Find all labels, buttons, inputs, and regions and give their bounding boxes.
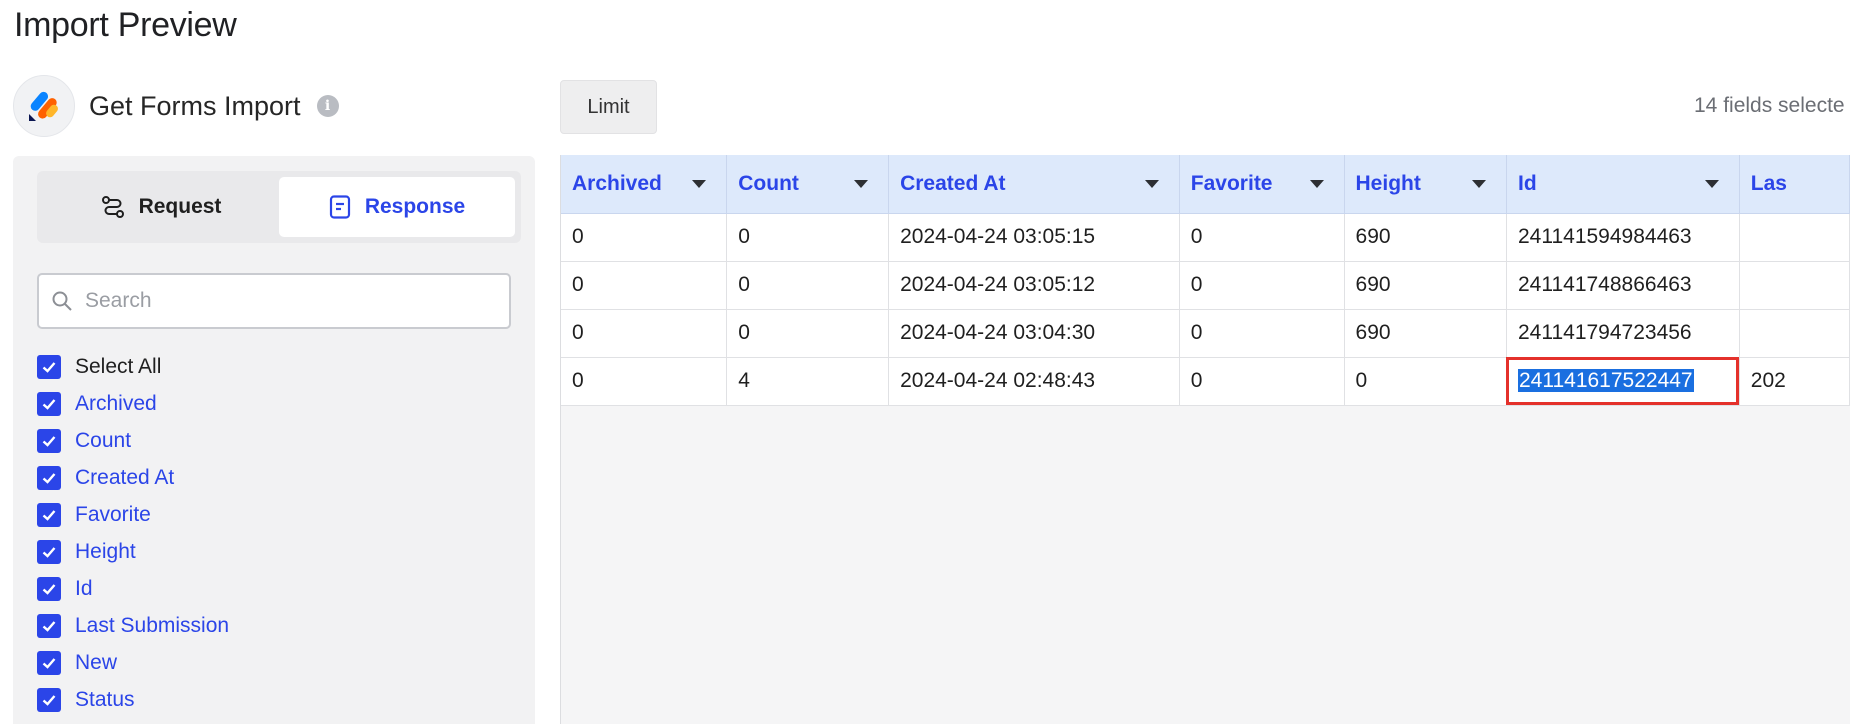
field-item-favorite[interactable]: Favorite xyxy=(37,496,229,533)
table-cell[interactable]: 690 xyxy=(1344,213,1507,262)
checkbox-checked-icon[interactable] xyxy=(37,687,61,712)
field-label: Favorite xyxy=(75,502,151,526)
column-header[interactable]: Height xyxy=(1344,155,1507,214)
table-cell[interactable]: 0 xyxy=(1179,213,1345,262)
table-row: 0 4 2024-04-24 02:48:43 0 0 241141617522… xyxy=(561,357,1850,406)
table-cell[interactable]: 2024-04-24 03:04:30 xyxy=(888,309,1180,358)
table-cell[interactable]: 0 xyxy=(561,309,728,358)
table-cell[interactable]: 2024-04-24 03:05:15 xyxy=(888,213,1180,262)
tab-request-label: Request xyxy=(138,195,222,218)
search-icon xyxy=(52,291,72,311)
limit-button[interactable]: Limit xyxy=(560,80,657,134)
fields-selected-count: 14 fields selecte xyxy=(1694,94,1845,117)
search-input[interactable] xyxy=(85,289,485,313)
field-list: Select All Archived Count Created At Fav… xyxy=(37,348,229,718)
column-header[interactable]: Archived xyxy=(561,155,728,214)
app-logo xyxy=(13,75,75,137)
table-cell[interactable] xyxy=(1739,261,1850,310)
sort-caret-icon[interactable] xyxy=(1704,180,1719,188)
app-header: Get Forms Import i xyxy=(13,75,339,137)
preview-grid: Archived Count Created At Favorite Heigh… xyxy=(560,155,1850,724)
field-item-last-submission[interactable]: Last Submission xyxy=(37,607,229,644)
table-cell[interactable]: 0 xyxy=(726,213,890,262)
tab-response-label: Response xyxy=(364,195,466,218)
table-cell[interactable]: 4 xyxy=(726,357,890,406)
table-header-row: Archived Count Created At Favorite Heigh… xyxy=(561,155,1850,214)
tab-response[interactable]: Response xyxy=(279,177,515,237)
checkbox-checked-icon[interactable] xyxy=(37,428,61,453)
table-row: 0 0 2024-04-24 03:05:12 0 690 2411417488… xyxy=(561,261,1850,310)
checkbox-checked-icon[interactable] xyxy=(37,354,61,379)
sort-caret-icon[interactable] xyxy=(1471,180,1486,188)
sort-caret-icon[interactable] xyxy=(1144,180,1159,188)
column-header[interactable]: Favorite xyxy=(1179,155,1345,214)
table-cell[interactable]: 241141794723456 xyxy=(1506,309,1740,358)
field-item-status[interactable]: Status xyxy=(37,681,229,718)
field-label: Status xyxy=(75,687,135,711)
table-cell[interactable]: 0 xyxy=(561,357,728,406)
table-cell[interactable]: 2024-04-24 03:05:12 xyxy=(888,261,1180,310)
search-box xyxy=(37,273,511,329)
field-label: Id xyxy=(75,576,93,600)
table-cell[interactable]: 0 xyxy=(561,213,728,262)
field-item-archived[interactable]: Archived xyxy=(37,385,229,422)
page-title: Import Preview xyxy=(14,6,237,44)
field-item-new[interactable]: New xyxy=(37,644,229,681)
field-label: Last Submission xyxy=(75,613,230,637)
field-item-height[interactable]: Height xyxy=(37,533,229,570)
table-row: 0 0 2024-04-24 03:05:15 0 690 2411415949… xyxy=(561,213,1850,262)
table-cell[interactable] xyxy=(1739,213,1850,262)
select-all-checkbox[interactable]: Select All xyxy=(37,348,229,385)
field-label: New xyxy=(75,650,118,674)
column-header[interactable]: Id xyxy=(1506,155,1740,214)
checkbox-checked-icon[interactable] xyxy=(37,465,61,490)
request-flow-icon xyxy=(101,196,124,218)
table-cell[interactable]: 2024-04-24 02:48:43 xyxy=(888,357,1180,406)
field-label: Count xyxy=(75,428,132,452)
table-cell[interactable] xyxy=(1739,309,1850,358)
table-cell[interactable]: 0 xyxy=(1344,357,1507,406)
field-label: Height xyxy=(75,539,136,563)
table-cell[interactable]: 241141748866463 xyxy=(1506,261,1740,310)
selected-text[interactable]: 241141617522447 xyxy=(1517,369,1694,392)
field-item-created-at[interactable]: Created At xyxy=(37,459,229,496)
table-cell[interactable]: 0 xyxy=(1179,261,1345,310)
table-cell[interactable]: 0 xyxy=(1179,309,1345,358)
request-response-tabs: Request Response xyxy=(37,171,521,243)
table-cell[interactable]: 0 xyxy=(726,309,890,358)
table-cell[interactable]: 690 xyxy=(1344,261,1507,310)
sort-caret-icon[interactable] xyxy=(1309,180,1324,188)
table-cell[interactable]: 0 xyxy=(561,261,728,310)
field-item-count[interactable]: Count xyxy=(37,422,229,459)
column-header[interactable]: Count xyxy=(726,155,890,214)
field-item-id[interactable]: Id xyxy=(37,570,229,607)
tab-request[interactable]: Request xyxy=(43,177,279,237)
table-cell[interactable]: 202 xyxy=(1739,357,1850,406)
table-row: 0 0 2024-04-24 03:04:30 0 690 2411417947… xyxy=(561,309,1850,358)
app-name: Get Forms Import xyxy=(89,90,301,121)
checkbox-checked-icon[interactable] xyxy=(37,613,61,638)
sort-caret-icon[interactable] xyxy=(692,180,707,188)
field-sidebar: Request Response Select All Archived xyxy=(13,156,535,724)
preview-table: Archived Count Created At Favorite Heigh… xyxy=(561,155,1850,406)
field-label: Created At xyxy=(75,465,175,489)
select-all-label: Select All xyxy=(75,354,162,378)
selected-id-cell[interactable]: 241141617522447 xyxy=(1506,357,1740,406)
sort-caret-icon[interactable] xyxy=(854,180,869,188)
checkbox-checked-icon[interactable] xyxy=(37,576,61,601)
table-cell[interactable]: 0 xyxy=(726,261,890,310)
field-label: Archived xyxy=(75,391,157,415)
document-icon xyxy=(329,195,350,219)
table-cell[interactable]: 690 xyxy=(1344,309,1507,358)
checkbox-checked-icon[interactable] xyxy=(37,539,61,564)
table-cell[interactable]: 0 xyxy=(1179,357,1345,406)
column-header[interactable]: Created At xyxy=(888,155,1180,214)
checkbox-checked-icon[interactable] xyxy=(37,502,61,527)
checkbox-checked-icon[interactable] xyxy=(37,391,61,416)
jotform-logo-icon xyxy=(29,91,58,121)
column-header[interactable]: Las xyxy=(1739,155,1850,214)
info-icon[interactable]: i xyxy=(316,95,339,117)
table-cell[interactable]: 241141594984463 xyxy=(1506,213,1740,262)
checkbox-checked-icon[interactable] xyxy=(37,650,61,675)
